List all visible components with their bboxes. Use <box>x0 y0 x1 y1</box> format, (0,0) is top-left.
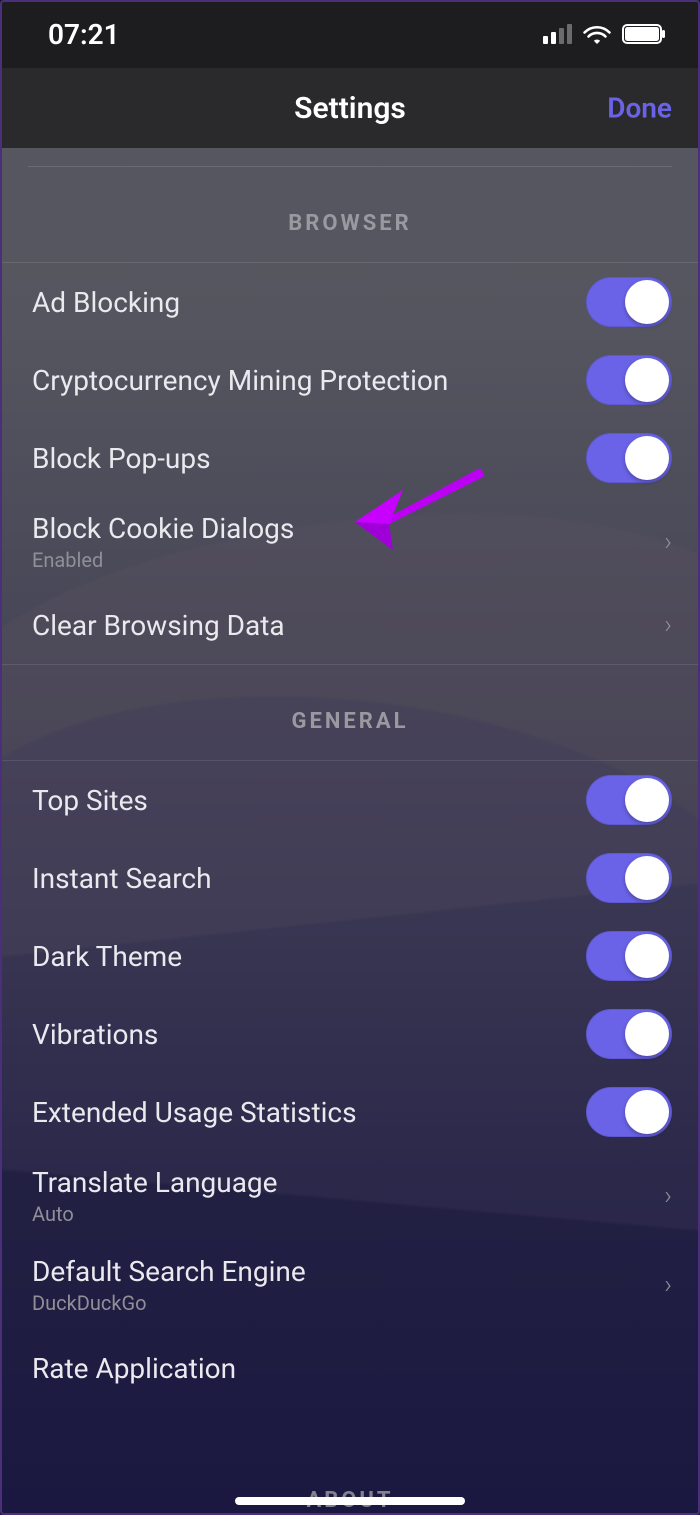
row-instant-search[interactable]: Instant Search <box>0 839 700 917</box>
row-ad-blocking[interactable]: Ad Blocking <box>0 263 700 341</box>
toggle-block-popups[interactable] <box>586 433 672 483</box>
status-right-icons <box>543 23 666 45</box>
row-label: Dark Theme <box>32 939 182 974</box>
row-dark-theme[interactable]: Dark Theme <box>0 917 700 995</box>
row-rate-application[interactable]: Rate Application <box>0 1329 700 1407</box>
general-group: Top Sites Instant Search Dark Theme Vibr… <box>0 760 700 1407</box>
cellular-signal-icon <box>543 24 572 44</box>
toggle-dark-theme[interactable] <box>586 931 672 981</box>
row-default-search-engine[interactable]: Default Search Engine DuckDuckGo › <box>0 1240 700 1329</box>
row-label: Rate Application <box>32 1351 236 1386</box>
row-label: Ad Blocking <box>32 285 180 320</box>
section-header-general: GENERAL <box>0 665 700 760</box>
row-subtitle: DuckDuckGo <box>32 1291 306 1315</box>
row-vibrations[interactable]: Vibrations <box>0 995 700 1073</box>
row-label: Top Sites <box>32 783 148 818</box>
nav-bar: Settings Done <box>0 68 700 148</box>
row-label: Default Search Engine <box>32 1254 306 1289</box>
row-label: Translate Language <box>32 1165 278 1200</box>
row-top-sites[interactable]: Top Sites <box>0 761 700 839</box>
toggle-ad-blocking[interactable] <box>586 277 672 327</box>
home-indicator[interactable] <box>235 1497 465 1505</box>
row-label: Clear Browsing Data <box>32 608 285 643</box>
row-block-popups[interactable]: Block Pop-ups <box>0 419 700 497</box>
row-clear-browsing-data[interactable]: Clear Browsing Data › <box>0 586 700 664</box>
chevron-right-icon: › <box>664 1270 672 1300</box>
toggle-vibrations[interactable] <box>586 1009 672 1059</box>
battery-icon <box>622 24 666 44</box>
row-label: Cryptocurrency Mining Protection <box>32 363 448 398</box>
row-crypto-mining-protection[interactable]: Cryptocurrency Mining Protection <box>0 341 700 419</box>
chevron-right-icon: › <box>664 610 672 640</box>
row-label: Block Pop-ups <box>32 441 211 476</box>
row-label: Extended Usage Statistics <box>32 1095 357 1130</box>
section-header-browser: BROWSER <box>0 167 700 262</box>
toggle-extended-usage-statistics[interactable] <box>586 1087 672 1137</box>
toggle-instant-search[interactable] <box>586 853 672 903</box>
toggle-top-sites[interactable] <box>586 775 672 825</box>
chevron-right-icon: › <box>664 527 672 557</box>
chevron-right-icon: › <box>664 1181 672 1211</box>
row-label: Block Cookie Dialogs <box>32 511 294 546</box>
done-button[interactable]: Done <box>607 92 672 125</box>
row-subtitle: Enabled <box>32 548 294 572</box>
toggle-crypto-mining-protection[interactable] <box>586 355 672 405</box>
row-block-cookie-dialogs[interactable]: Block Cookie Dialogs Enabled › <box>0 497 700 586</box>
status-time: 07:21 <box>48 18 120 51</box>
wifi-icon <box>582 23 612 45</box>
browser-group: Ad Blocking Cryptocurrency Mining Protec… <box>0 262 700 665</box>
row-translate-language[interactable]: Translate Language Auto › <box>0 1151 700 1240</box>
page-title: Settings <box>294 91 406 126</box>
row-label: Instant Search <box>32 861 212 896</box>
row-extended-usage-statistics[interactable]: Extended Usage Statistics <box>0 1073 700 1151</box>
row-label: Vibrations <box>32 1017 158 1052</box>
row-subtitle: Auto <box>32 1202 278 1226</box>
status-bar: 07:21 <box>0 0 700 68</box>
